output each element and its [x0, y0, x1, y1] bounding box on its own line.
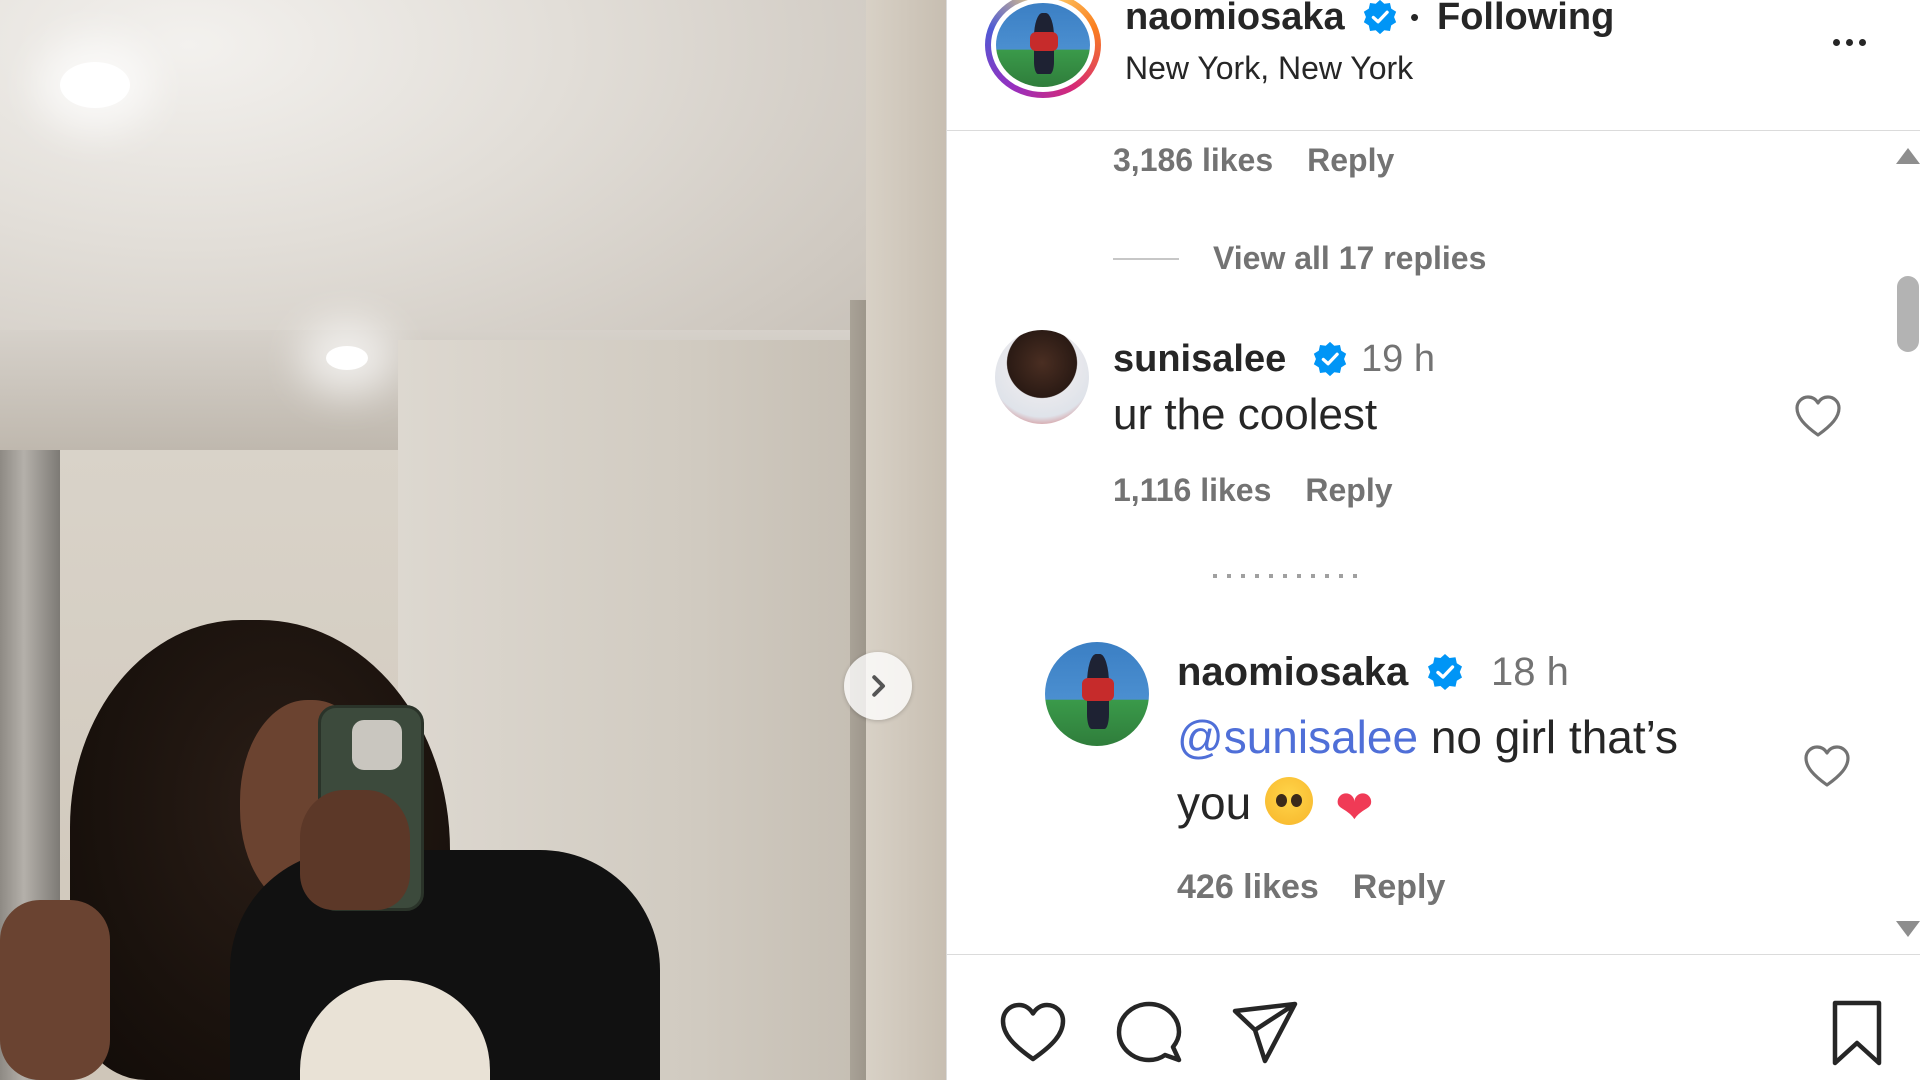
- wall: [866, 0, 946, 1080]
- scroll-up-arrow[interactable]: [1896, 148, 1920, 164]
- chevron-right-icon: [872, 675, 885, 697]
- likes-count[interactable]: 1,116 likes: [1113, 472, 1271, 508]
- ceiling-light: [60, 62, 130, 108]
- verified-badge-icon: [1313, 341, 1347, 377]
- bookmark-icon[interactable]: [1821, 997, 1893, 1069]
- verified-badge-icon: [1428, 654, 1462, 690]
- avatar[interactable]: [1045, 642, 1149, 746]
- comment-username[interactable]: naomiosaka: [1177, 650, 1408, 695]
- scroll-down-arrow[interactable]: [1896, 921, 1920, 937]
- post-header: naomiosaka • Following New York, New Yor…: [947, 0, 1920, 131]
- comment-time[interactable]: 19 h: [1361, 338, 1435, 381]
- comment-text: @sunisalee no girl that’s you ❤: [1177, 704, 1777, 840]
- likes-count[interactable]: 426 likes: [1177, 868, 1319, 906]
- heart-icon[interactable]: [1794, 394, 1842, 438]
- hidden-replies-indicator: [1213, 574, 1363, 578]
- comment-text: ur the coolest: [1113, 390, 1378, 439]
- hand: [300, 790, 410, 910]
- avatar[interactable]: [995, 330, 1089, 424]
- view-replies-button[interactable]: View all 17 replies: [1213, 240, 1486, 277]
- following-button[interactable]: Following: [1437, 0, 1614, 39]
- reply-button[interactable]: Reply: [1305, 472, 1392, 508]
- story-ring[interactable]: [985, 0, 1101, 98]
- pleading-face-emoji: [1265, 777, 1314, 825]
- reply-button[interactable]: Reply: [1353, 868, 1446, 906]
- reply-button[interactable]: Reply: [1307, 142, 1394, 178]
- comment-text-line2: you: [1177, 777, 1252, 829]
- next-photo-button[interactable]: [844, 652, 912, 720]
- post-author-username[interactable]: naomiosaka: [1125, 0, 1345, 39]
- post-photo: [0, 0, 946, 1080]
- comment-meta: 1,116 likes Reply: [1113, 472, 1393, 509]
- comments-panel: naomiosaka • Following New York, New Yor…: [946, 0, 1920, 1080]
- more-options-icon[interactable]: [1819, 22, 1879, 62]
- red-heart-emoji: ❤: [1335, 781, 1374, 833]
- comment-text-body: no girl that’s: [1430, 711, 1679, 763]
- likes-count[interactable]: 3,186 likes: [1113, 142, 1273, 178]
- mention-link[interactable]: @sunisalee: [1177, 711, 1418, 763]
- comment-meta: 426 likes Reply: [1177, 868, 1445, 907]
- heart-icon[interactable]: [997, 997, 1069, 1069]
- peace-sign-hand: [0, 900, 110, 1080]
- ceiling-light: [326, 346, 368, 370]
- comment-time[interactable]: 18 h: [1491, 650, 1569, 695]
- verified-badge-icon: [1363, 0, 1397, 35]
- heart-icon[interactable]: [1803, 744, 1851, 788]
- comment-bubble-icon[interactable]: [1113, 997, 1185, 1069]
- avatar: [996, 3, 1090, 87]
- paper-plane-icon[interactable]: [1229, 997, 1301, 1069]
- comment-username[interactable]: sunisalee: [1113, 338, 1286, 381]
- scrollbar-thumb[interactable]: [1897, 276, 1919, 352]
- divider: [1113, 258, 1179, 260]
- comment-meta: 3,186 likes Reply: [1113, 142, 1394, 179]
- post-location[interactable]: New York, New York: [1125, 50, 1413, 87]
- post-actions-bar: [947, 954, 1920, 1081]
- phone-camera: [352, 720, 402, 770]
- separator: •: [1410, 2, 1420, 32]
